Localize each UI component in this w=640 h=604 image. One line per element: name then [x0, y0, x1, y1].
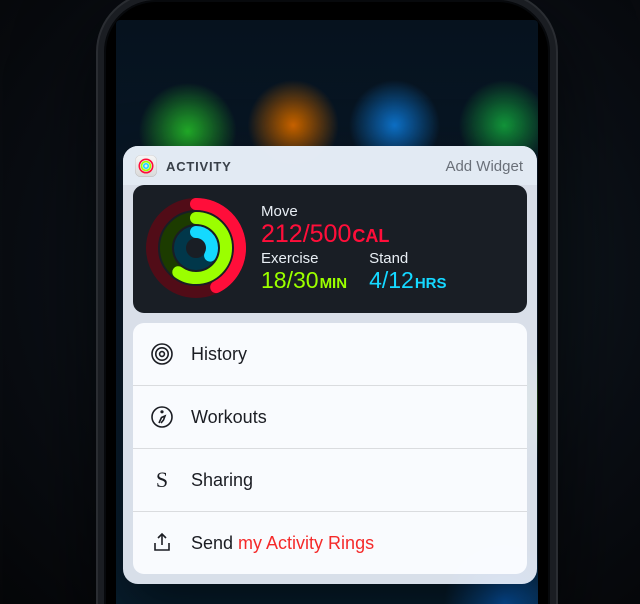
activity-summary-card[interactable]: Move 212/500CAL Exercise 18/30MIN — [133, 185, 527, 313]
move-value: 212/500 — [261, 220, 351, 248]
stand-unit: HRS — [415, 275, 447, 292]
activity-metrics: Move 212/500CAL Exercise 18/30MIN — [261, 197, 513, 299]
history-icon — [149, 341, 175, 367]
workouts-action[interactable]: Workouts — [133, 385, 527, 448]
force-touch-popup: ACTIVITY Add Widget — [123, 146, 537, 584]
widget-title: ACTIVITY — [166, 159, 445, 174]
share-icon — [149, 530, 175, 556]
stand-metric: Stand 4/12HRS — [369, 251, 446, 292]
sharing-icon: S — [149, 467, 175, 493]
iphone-screen: ACTIVITY Add Widget — [116, 20, 538, 604]
move-metric: Move 212/500CAL — [261, 204, 513, 247]
send-rings-label: Send my Activity Rings — [191, 533, 374, 554]
activity-rings-icon — [145, 197, 247, 299]
send-highlight: my Activity Rings — [238, 533, 374, 553]
exercise-value: 18/30 — [261, 267, 319, 293]
send-rings-action[interactable]: Send my Activity Rings — [133, 511, 527, 574]
send-prefix: Send — [191, 533, 238, 553]
exercise-unit: MIN — [320, 275, 348, 292]
exercise-label: Exercise — [261, 251, 347, 268]
widget-header: ACTIVITY Add Widget — [123, 146, 537, 185]
iphone-frame: ACTIVITY Add Widget — [98, 0, 556, 604]
history-label: History — [191, 344, 247, 365]
stand-value: 4/12 — [369, 267, 414, 293]
sharing-action[interactable]: S Sharing — [133, 448, 527, 511]
move-unit: CAL — [352, 226, 389, 246]
history-action[interactable]: History — [133, 323, 527, 385]
workouts-icon — [149, 404, 175, 430]
add-widget-button[interactable]: Add Widget — [445, 158, 523, 175]
exercise-metric: Exercise 18/30MIN — [261, 251, 347, 292]
move-label: Move — [261, 204, 513, 221]
workouts-label: Workouts — [191, 407, 267, 428]
quick-actions-list: History Workouts S Sharing — [133, 323, 527, 574]
activity-app-icon — [135, 155, 157, 177]
sharing-label: Sharing — [191, 470, 253, 491]
stand-label: Stand — [369, 251, 446, 268]
